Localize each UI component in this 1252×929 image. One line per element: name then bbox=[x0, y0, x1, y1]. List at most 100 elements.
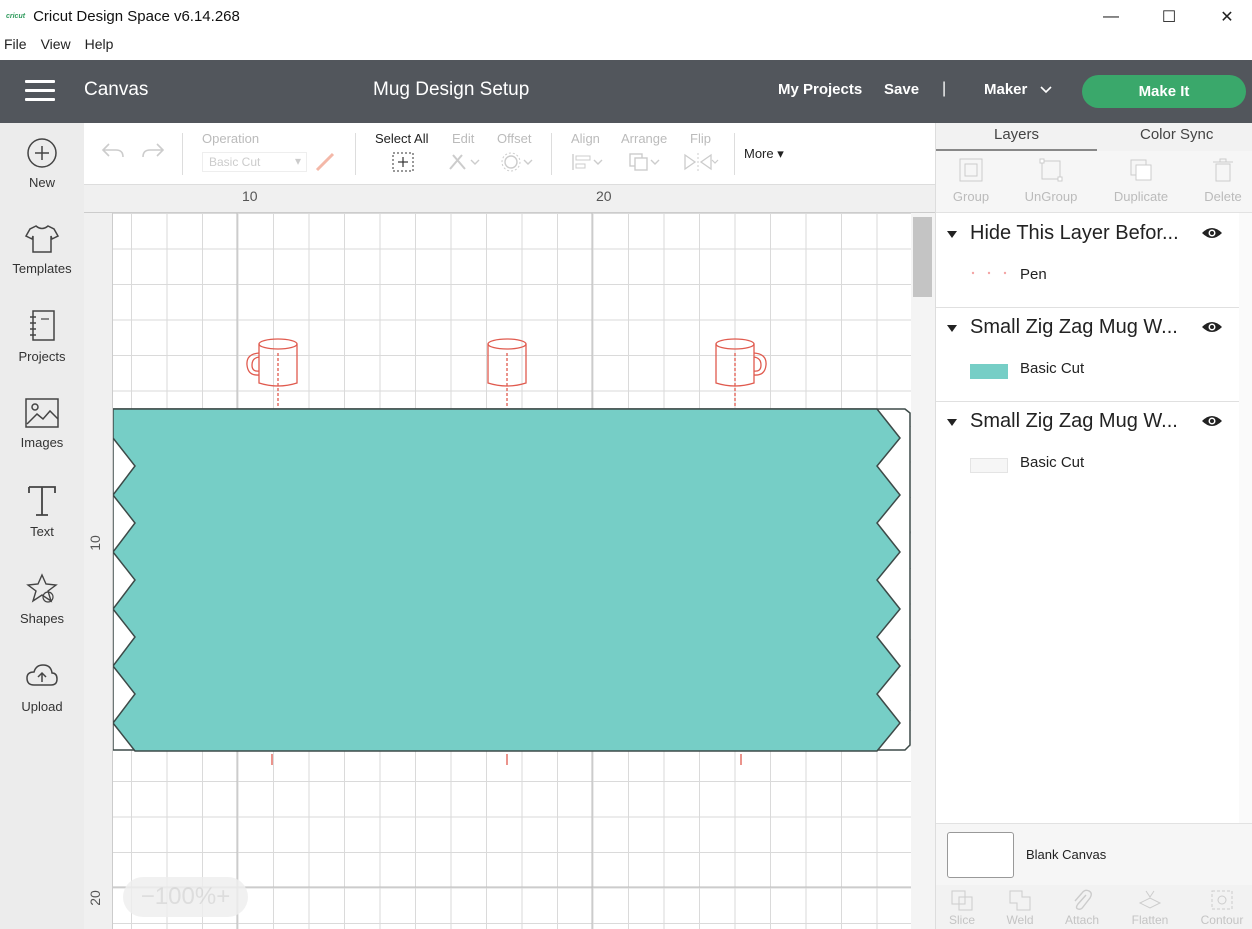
zoom-in-button[interactable]: + bbox=[216, 883, 230, 911]
flip-label: Flip bbox=[690, 131, 711, 146]
weld-icon bbox=[1009, 890, 1031, 911]
eye-icon[interactable] bbox=[1201, 320, 1223, 334]
save-link[interactable]: Save bbox=[884, 81, 919, 98]
project-name: Mug Design Setup bbox=[373, 79, 530, 100]
layer-item-label: Basic Cut bbox=[1020, 360, 1085, 377]
sidebar-item-text[interactable]: Text bbox=[0, 484, 84, 539]
hamburger-menu-icon[interactable] bbox=[25, 80, 55, 102]
minimize-button[interactable]: — bbox=[1082, 0, 1140, 33]
select-all-icon[interactable] bbox=[391, 151, 415, 173]
more-button[interactable]: More ▾ bbox=[744, 146, 784, 162]
section-title: Canvas bbox=[84, 79, 149, 100]
pen-color-icon[interactable] bbox=[314, 151, 336, 173]
sidebar-label: Upload bbox=[21, 699, 63, 714]
zigzag-mug-wrap[interactable] bbox=[113, 408, 901, 752]
redo-icon[interactable] bbox=[140, 141, 166, 161]
attach-label: Attach bbox=[1064, 913, 1100, 927]
menu-file[interactable]: File bbox=[4, 36, 27, 58]
ungroup-button[interactable]: UnGroup bbox=[1016, 157, 1086, 204]
title-bar: cricut Cricut Design Space v6.14.268 bbox=[0, 0, 1252, 33]
layer-group[interactable]: Hide This Layer Befor... Pen bbox=[936, 214, 1239, 308]
chevron-down-icon[interactable] bbox=[1040, 84, 1052, 96]
layer-group[interactable]: Small Zig Zag Mug W... Basic Cut bbox=[936, 308, 1239, 402]
canvas-vertical-scrollbar[interactable] bbox=[911, 213, 935, 929]
layers-panel: Layers Color Sync Group UnGroup Duplicat… bbox=[935, 123, 1252, 929]
edit-label: Edit bbox=[452, 131, 475, 146]
arrange-label: Arrange bbox=[621, 131, 668, 146]
align-icon[interactable] bbox=[570, 151, 604, 173]
group-button[interactable]: Group bbox=[936, 157, 1006, 204]
eye-icon[interactable] bbox=[1201, 226, 1223, 240]
close-button[interactable]: ✕ bbox=[1198, 0, 1252, 33]
edit-tools-icon[interactable] bbox=[447, 151, 481, 173]
toolbar-divider bbox=[551, 133, 552, 175]
panel-tabs: Layers Color Sync bbox=[936, 123, 1252, 151]
offset-label: Offset bbox=[497, 131, 532, 146]
contour-button[interactable]: Contour bbox=[1192, 889, 1252, 927]
sidebar-item-new[interactable]: New bbox=[0, 137, 84, 190]
my-projects-link[interactable]: My Projects bbox=[778, 81, 862, 98]
notebook-icon bbox=[30, 310, 55, 341]
tshirt-icon bbox=[24, 225, 60, 253]
align-label: Align bbox=[571, 131, 600, 146]
scrollbar-thumb[interactable] bbox=[913, 217, 932, 297]
slice-button[interactable]: Slice bbox=[936, 889, 992, 927]
sidebar-label: Images bbox=[20, 435, 64, 450]
weld-button[interactable]: Weld bbox=[990, 889, 1050, 927]
layer-group[interactable]: Small Zig Zag Mug W... Basic Cut bbox=[936, 402, 1239, 496]
eye-icon[interactable] bbox=[1201, 414, 1223, 428]
mug-icon[interactable] bbox=[487, 338, 527, 407]
delete-label: Delete bbox=[1204, 189, 1242, 204]
sidebar-label: Text bbox=[30, 524, 54, 539]
tab-color-sync[interactable]: Color Sync bbox=[1140, 126, 1213, 143]
arrange-icon[interactable] bbox=[627, 151, 661, 173]
ruler-tick-label: 10 bbox=[86, 535, 103, 551]
sidebar-item-templates[interactable]: Templates bbox=[0, 223, 84, 276]
mug-icon[interactable] bbox=[715, 338, 767, 407]
image-icon bbox=[25, 398, 59, 428]
mug-icon[interactable] bbox=[246, 338, 298, 407]
operation-select[interactable]: Basic Cut bbox=[202, 152, 307, 172]
cricut-logo: cricut bbox=[6, 13, 26, 20]
sidebar-item-images[interactable]: Images bbox=[0, 397, 84, 450]
tab-layers[interactable]: Layers bbox=[994, 126, 1039, 143]
offset-icon[interactable] bbox=[500, 151, 534, 173]
caret-down-icon[interactable] bbox=[947, 419, 957, 427]
toolbar-divider bbox=[355, 133, 356, 175]
flip-icon[interactable] bbox=[683, 151, 719, 173]
delete-button[interactable]: Delete bbox=[1188, 157, 1252, 204]
horizontal-ruler: 10 20 bbox=[84, 185, 935, 213]
blank-canvas-swatch[interactable] bbox=[947, 832, 1014, 878]
layers-scrollbar[interactable] bbox=[1239, 213, 1252, 823]
sidebar-item-upload[interactable]: Upload bbox=[0, 661, 84, 714]
menu-help[interactable]: Help bbox=[85, 36, 114, 58]
caret-down-icon[interactable] bbox=[947, 325, 957, 333]
caret-down-icon[interactable] bbox=[947, 231, 957, 239]
vertical-ruler: 10 20 bbox=[84, 185, 113, 929]
cloud-upload-icon bbox=[26, 664, 58, 686]
sidebar-item-projects[interactable]: Projects bbox=[0, 309, 84, 364]
select-all-label: Select All bbox=[375, 131, 429, 146]
operation-label: Operation bbox=[202, 131, 260, 146]
app-title: Cricut Design Space v6.14.268 bbox=[33, 8, 240, 25]
edit-toolbar: Operation Basic Cut Select All Edit Offs… bbox=[84, 123, 935, 185]
color-swatch[interactable] bbox=[970, 364, 1008, 379]
undo-icon[interactable] bbox=[100, 141, 126, 161]
zoom-control: − 100% + bbox=[123, 877, 248, 917]
design-canvas[interactable] bbox=[113, 213, 911, 929]
machine-select[interactable]: Maker bbox=[984, 81, 1027, 98]
attach-button[interactable]: Attach bbox=[1052, 889, 1112, 927]
duplicate-button[interactable]: Duplicate bbox=[1106, 157, 1176, 204]
bottom-layer-actions: Slice Weld Attach Flatten Contour bbox=[936, 885, 1252, 929]
sidebar-item-shapes[interactable]: Shapes bbox=[0, 573, 84, 626]
flatten-button[interactable]: Flatten bbox=[1120, 889, 1180, 927]
make-it-button[interactable]: Make It bbox=[1082, 75, 1246, 108]
color-swatch[interactable] bbox=[970, 458, 1008, 473]
ruler-tick-label: 20 bbox=[86, 890, 103, 906]
blank-canvas-row[interactable]: Blank Canvas bbox=[936, 823, 1252, 885]
layer-group-title: Small Zig Zag Mug W... bbox=[970, 410, 1178, 432]
zoom-out-button[interactable]: − bbox=[141, 883, 155, 911]
ungroup-icon bbox=[1039, 158, 1063, 182]
menu-view[interactable]: View bbox=[41, 36, 71, 58]
maximize-button[interactable]: ☐ bbox=[1140, 0, 1198, 33]
